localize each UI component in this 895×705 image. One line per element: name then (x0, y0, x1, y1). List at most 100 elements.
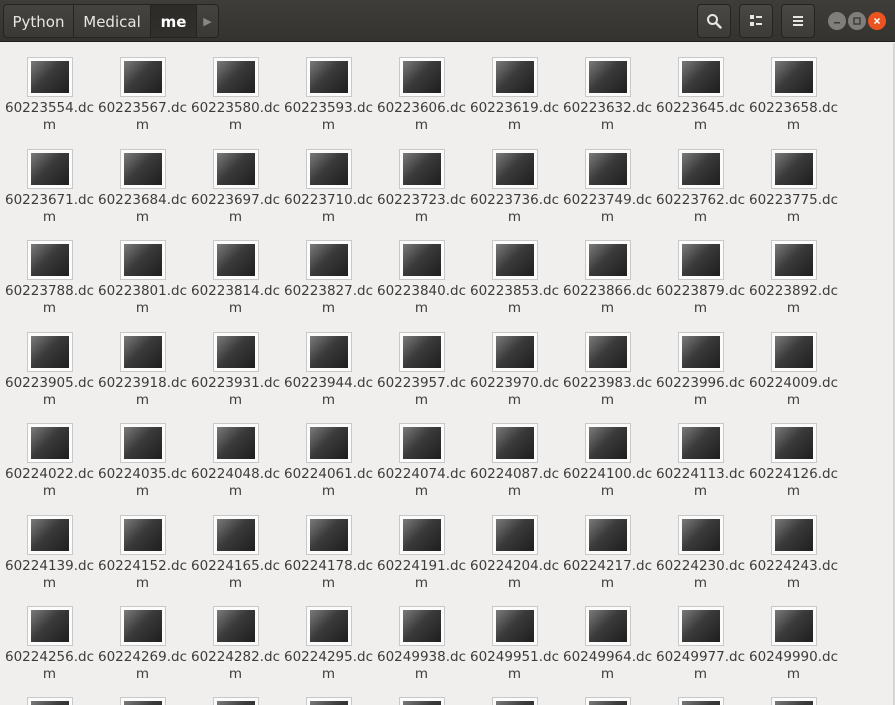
file-item[interactable]: 60224178.​dcm (282, 502, 375, 594)
file-item[interactable]: 60223957.​dcm (375, 319, 468, 411)
thumbnail-preview (217, 701, 255, 705)
view-options-button[interactable] (739, 4, 773, 38)
thumbnail-preview (775, 244, 813, 276)
file-item[interactable]: 60223671.​dcm (3, 136, 96, 228)
file-item[interactable]: 60224269.​dcm (96, 593, 189, 685)
file-item[interactable]: 60224139.​dcm (3, 502, 96, 594)
thumbnail-preview (589, 336, 627, 368)
file-item[interactable]: 60224243.​dcm (747, 502, 840, 594)
file-item[interactable]: 60223944.​dcm (282, 319, 375, 411)
dicom-image-thumbnail-icon (399, 697, 445, 705)
file-item[interactable]: 60224230.​dcm (654, 502, 747, 594)
file-item[interactable]: 60223788.​dcm (3, 227, 96, 319)
thumbnail-preview (310, 244, 348, 276)
file-item[interactable]: 60224165.​dcm (189, 502, 282, 594)
search-button[interactable] (697, 4, 731, 38)
file-item[interactable]: 60223723.​dcm (375, 136, 468, 228)
file-item[interactable]: 60223814.​dcm (189, 227, 282, 319)
file-item[interactable]: 60223567.​dcm (96, 44, 189, 136)
file-item[interactable]: 60224035.​dcm (96, 410, 189, 502)
file-item[interactable]: 60224061.​dcm (282, 410, 375, 502)
dicom-image-thumbnail-icon (771, 240, 817, 280)
thumbnail-preview (124, 701, 162, 705)
file-item[interactable]: 60224022.​dcm (3, 410, 96, 502)
dicom-image-thumbnail-icon (678, 57, 724, 97)
file-item[interactable]: 60223931.​dcm (189, 319, 282, 411)
file-name-label: 60224152.​dcm (98, 558, 187, 591)
file-item[interactable]: 60224087.​dcm (468, 410, 561, 502)
file-item[interactable]: 60223619.​dcm (468, 44, 561, 136)
file-item[interactable]: 60224126.​dcm (747, 410, 840, 502)
maximize-button[interactable] (848, 12, 866, 30)
main-menu-button[interactable] (781, 4, 815, 38)
dicom-image-thumbnail-icon (771, 606, 817, 646)
file-item[interactable]: 60223892.​dcm (747, 227, 840, 319)
file-item[interactable]: 60249990.​dcm (747, 593, 840, 685)
file-item[interactable]: 60223580.​dcm (189, 44, 282, 136)
file-item[interactable]: 60223554.​dcm (3, 44, 96, 136)
file-item[interactable]: 60223606.​dcm (375, 44, 468, 136)
file-name-label: 60223762.​dcm (656, 192, 745, 225)
dicom-image-thumbnail-icon (120, 606, 166, 646)
file-item[interactable]: 60249977.​dcm (654, 593, 747, 685)
close-button[interactable] (868, 12, 886, 30)
thumbnail-preview (589, 427, 627, 459)
file-item[interactable]: 60249951.​dcm (468, 593, 561, 685)
file-item[interactable]: 60223866.​dcm (561, 227, 654, 319)
file-item[interactable]: 60249964.​dcm (561, 593, 654, 685)
file-item[interactable]: 60223645.​dcm (654, 44, 747, 136)
file-item[interactable]: 60224100.​dcm (561, 410, 654, 502)
file-item[interactable]: 60224191.​dcm (375, 502, 468, 594)
file-item[interactable]: 60223853.​dcm (468, 227, 561, 319)
file-item[interactable]: 60223801.​dcm (96, 227, 189, 319)
file-item[interactable]: 60223840.​dcm (375, 227, 468, 319)
file-item[interactable]: 60223658.​dcm (747, 44, 840, 136)
breadcrumb-forward-button[interactable]: ▶ (197, 4, 219, 38)
file-item[interactable]: 60223905.​dcm (3, 319, 96, 411)
file-name-label: 60223983.​dcm (563, 375, 652, 408)
file-item[interactable]: 60224152.​dcm (96, 502, 189, 594)
breadcrumb-python[interactable]: Python (3, 4, 74, 38)
file-item[interactable]: 60224282.​dcm (189, 593, 282, 685)
file-item[interactable]: 60223749.​dcm (561, 136, 654, 228)
breadcrumb-medical[interactable]: Medical (74, 4, 151, 38)
thumbnail-preview (403, 610, 441, 642)
file-item[interactable]: 60223879.​dcm (654, 227, 747, 319)
thumbnail-preview (403, 61, 441, 93)
file-item[interactable]: 60223918.​dcm (96, 319, 189, 411)
file-item[interactable]: 60224256.​dcm (3, 593, 96, 685)
file-item[interactable]: 60224217.​dcm (561, 502, 654, 594)
file-item[interactable]: 60224048.​dcm (189, 410, 282, 502)
file-item[interactable]: 60223697.​dcm (189, 136, 282, 228)
thumbnail-preview (31, 61, 69, 93)
file-name-label: 60223840.​dcm (377, 283, 466, 316)
file-item[interactable]: 60223684.​dcm (96, 136, 189, 228)
file-item[interactable]: 60224009.​dcm (747, 319, 840, 411)
thumbnail-preview (775, 427, 813, 459)
dicom-image-thumbnail-icon (399, 606, 445, 646)
file-name-label: 60223619.​dcm (470, 100, 559, 133)
file-item[interactable]: 60223827.​dcm (282, 227, 375, 319)
file-item[interactable]: 60249938.​dcm (375, 593, 468, 685)
thumbnail-preview (124, 336, 162, 368)
file-item[interactable]: 60223775.​dcm (747, 136, 840, 228)
minimize-button[interactable] (828, 12, 846, 30)
file-item[interactable]: 60223970.​dcm (468, 319, 561, 411)
file-item[interactable]: 60224074.​dcm (375, 410, 468, 502)
file-item[interactable]: 60224204.​dcm (468, 502, 561, 594)
file-item[interactable]: 60223762.​dcm (654, 136, 747, 228)
file-item[interactable]: 60223632.​dcm (561, 44, 654, 136)
dicom-image-thumbnail-icon (306, 606, 352, 646)
file-item[interactable]: 60223593.​dcm (282, 44, 375, 136)
dicom-image-thumbnail-icon (306, 57, 352, 97)
file-item[interactable]: 60223710.​dcm (282, 136, 375, 228)
file-item[interactable]: 60224113.​dcm (654, 410, 747, 502)
file-item[interactable]: 60223996.​dcm (654, 319, 747, 411)
file-item[interactable]: 60224295.​dcm (282, 593, 375, 685)
thumbnail-preview (31, 336, 69, 368)
breadcrumb-me-current[interactable]: me (151, 4, 197, 38)
thumbnail-preview (682, 153, 720, 185)
file-item[interactable]: 60223736.​dcm (468, 136, 561, 228)
dicom-image-thumbnail-icon (399, 57, 445, 97)
file-item[interactable]: 60223983.​dcm (561, 319, 654, 411)
